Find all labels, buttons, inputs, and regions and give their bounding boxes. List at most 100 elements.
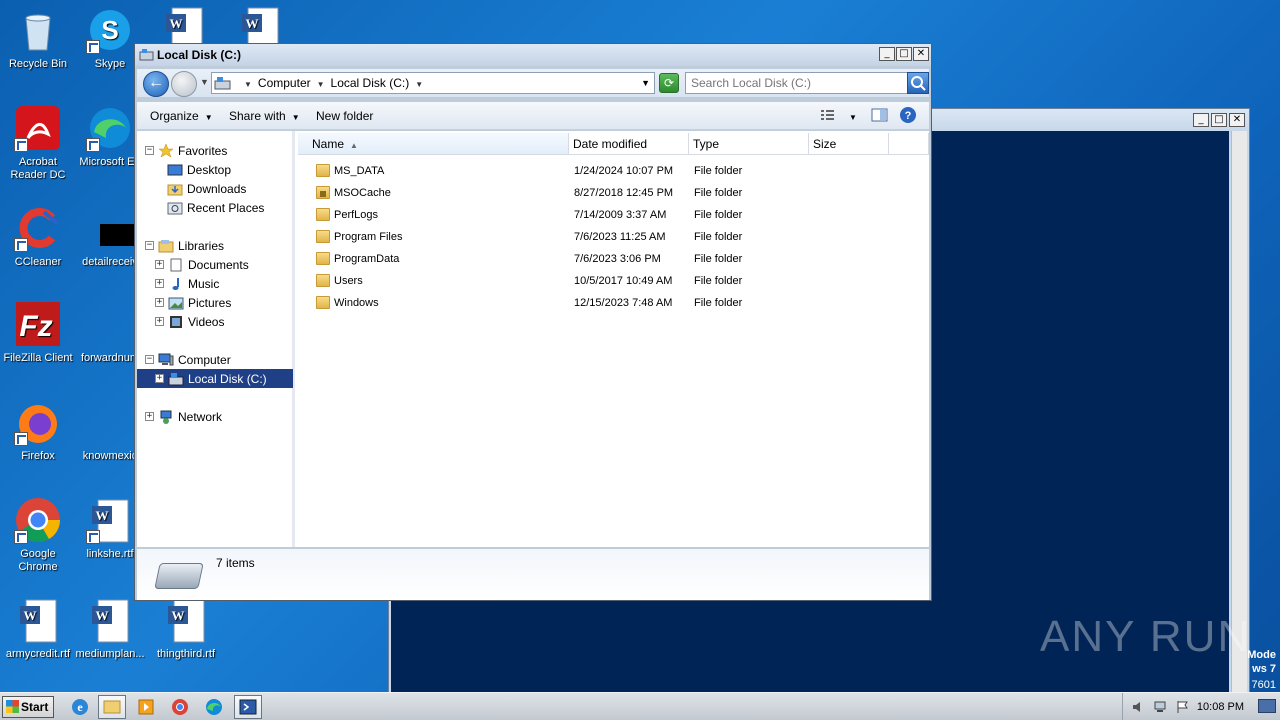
file-date-modified: 1/24/2024 10:07 PM: [574, 165, 674, 177]
maximize-button[interactable]: □: [896, 47, 912, 61]
taskbar-media-player[interactable]: [132, 695, 160, 719]
network-tray-icon[interactable]: [1153, 700, 1169, 717]
expand-toggle[interactable]: +: [145, 412, 154, 421]
preview-pane-icon[interactable]: [871, 107, 889, 126]
file-row[interactable]: MSOCache 8/27/2018 12:45 PM File folder: [298, 182, 929, 204]
svg-text:W: W: [96, 508, 109, 523]
desktop-icon-mediumplan[interactable]: W mediumplan...: [72, 596, 148, 661]
file-row[interactable]: MS_DATA 1/24/2024 10:07 PM File folder: [298, 160, 929, 182]
tree-item-local-disk[interactable]: + Local Disk (C:): [137, 369, 293, 388]
breadcrumb-computer[interactable]: Computer ▼: [258, 76, 325, 90]
desktop-icon-acrobat[interactable]: Acrobat Reader DC: [0, 104, 76, 182]
console-scrollbar[interactable]: [1231, 131, 1247, 692]
collapse-toggle[interactable]: −: [145, 355, 154, 364]
clock[interactable]: 10:08 PM: [1197, 701, 1244, 713]
show-desktop-button[interactable]: [1258, 699, 1276, 713]
expand-toggle[interactable]: +: [155, 260, 164, 269]
file-row[interactable]: ProgramData 7/6/2023 3:06 PM File folder: [298, 248, 929, 270]
tree-item-network[interactable]: + Network: [145, 407, 222, 426]
expand-toggle[interactable]: +: [155, 317, 164, 326]
explorer-title-bar[interactable]: Local Disk (C:) _ □ ✕: [135, 44, 931, 66]
tree-item-documents[interactable]: + Documents: [155, 255, 249, 274]
expand-toggle[interactable]: +: [155, 374, 164, 383]
file-row[interactable]: Users 10/5/2017 10:49 AM File folder: [298, 270, 929, 292]
desktop-icon-label: armycredit.rtf: [5, 648, 71, 660]
address-bar[interactable]: ▼ Computer ▼ Local Disk (C:) ▼ ▼: [211, 72, 655, 94]
svg-text:Fz: Fz: [19, 310, 52, 343]
file-list[interactable]: Name ▲ Date modified Type Size MS_DATA 1/2…: [298, 131, 929, 547]
desktop-icon-label: thingthird.rtf: [156, 648, 216, 660]
breadcrumb-local-disk[interactable]: Local Disk (C:) ▼: [331, 76, 424, 90]
tree-item-pictures[interactable]: + Pictures: [155, 293, 231, 312]
acrobat-icon: [14, 104, 62, 152]
tree-item-downloads[interactable]: Downloads: [167, 179, 246, 198]
file-row[interactable]: Program Files 7/6/2023 11:25 AM File folde…: [298, 226, 929, 248]
search-icon[interactable]: [907, 72, 929, 94]
libraries-icon: [158, 239, 174, 253]
view-dropdown-arrow[interactable]: ▼: [849, 109, 857, 123]
taskbar-powershell[interactable]: [234, 695, 262, 719]
desktop-icon-chrome[interactable]: Google Chrome: [0, 496, 76, 574]
file-row[interactable]: Windows 12/15/2023 7:48 AM File folder: [298, 292, 929, 314]
help-icon[interactable]: ?: [899, 106, 917, 127]
back-button[interactable]: ←: [143, 71, 169, 97]
desktop-icon-armycredit[interactable]: W armycredit.rtf: [0, 596, 76, 661]
share-with-button[interactable]: Share with ▼: [229, 109, 300, 123]
tree-item-libraries[interactable]: − Libraries: [145, 236, 224, 255]
column-label: Type: [693, 137, 720, 151]
volume-icon[interactable]: [1131, 700, 1147, 717]
organize-button[interactable]: Organize ▼: [150, 109, 213, 123]
recent-pages-dropdown[interactable]: ▼: [200, 77, 209, 87]
address-separator[interactable]: ▼: [238, 76, 252, 90]
desktop-icon-thingthird[interactable]: W thingthird.rtf: [148, 596, 224, 661]
tree-item-videos[interactable]: + Videos: [155, 312, 224, 331]
address-history-dropdown[interactable]: ▼: [641, 78, 650, 88]
column-header-type[interactable]: Type: [689, 133, 809, 155]
word-document-icon: W: [14, 596, 62, 644]
tree-item-label: Recent Places: [187, 200, 265, 215]
close-button[interactable]: ✕: [1229, 113, 1245, 127]
star-icon: [158, 142, 174, 158]
navigation-pane[interactable]: − Favorites Desktop Downloads Recent Pla…: [137, 131, 295, 547]
desktop-icon-recycle-bin[interactable]: Recycle Bin: [0, 6, 76, 71]
tree-item-recent-places[interactable]: Recent Places: [167, 198, 264, 217]
expand-toggle[interactable]: +: [155, 279, 164, 288]
new-folder-button[interactable]: New folder: [316, 109, 373, 123]
tree-item-desktop[interactable]: Desktop: [167, 160, 231, 179]
search-box[interactable]: [685, 72, 929, 94]
shortcut-arrow-icon: [86, 40, 100, 54]
view-options-icon[interactable]: [819, 107, 837, 126]
column-header-name[interactable]: Name ▲: [298, 133, 569, 155]
start-button[interactable]: Start: [2, 696, 54, 718]
taskbar-chrome[interactable]: [166, 695, 194, 719]
minimize-button[interactable]: _: [879, 47, 895, 61]
expand-toggle[interactable]: +: [155, 298, 164, 307]
column-header-date-modified[interactable]: Date modified: [569, 133, 689, 155]
file-date-modified: 12/15/2023 7:48 AM: [574, 297, 673, 309]
maximize-button[interactable]: □: [1211, 113, 1227, 127]
shortcut-arrow-icon: [86, 138, 100, 152]
close-button[interactable]: ✕: [913, 47, 929, 61]
black-file-icon: [86, 204, 148, 252]
taskbar-edge[interactable]: [200, 695, 228, 719]
tree-item-computer[interactable]: − Computer: [145, 350, 231, 369]
search-input[interactable]: [686, 73, 904, 93]
minimize-button[interactable]: _: [1193, 113, 1209, 127]
tree-item-label: Computer: [178, 352, 231, 367]
collapse-toggle[interactable]: −: [145, 146, 154, 155]
tree-item-music[interactable]: + Music: [155, 274, 219, 293]
column-header-extra[interactable]: [889, 133, 929, 155]
desktop-icon-ccleaner[interactable]: CCleaner: [0, 204, 76, 269]
taskbar-internet-explorer[interactable]: e: [66, 695, 94, 719]
action-center-flag-icon[interactable]: [1175, 700, 1191, 717]
forward-button[interactable]: [171, 71, 197, 97]
refresh-button[interactable]: ⟳: [659, 73, 679, 93]
tree-item-favorites[interactable]: − Favorites: [145, 141, 227, 160]
column-header-size[interactable]: Size: [809, 133, 889, 155]
collapse-toggle[interactable]: −: [145, 241, 154, 250]
file-row[interactable]: PerfLogs 7/14/2009 3:37 AM File folder: [298, 204, 929, 226]
taskbar-explorer[interactable]: [98, 695, 126, 719]
word-document-icon: W: [86, 596, 134, 644]
desktop-icon-filezilla[interactable]: Fz FileZilla Client: [0, 300, 76, 365]
desktop-icon-firefox[interactable]: Firefox: [0, 398, 76, 463]
